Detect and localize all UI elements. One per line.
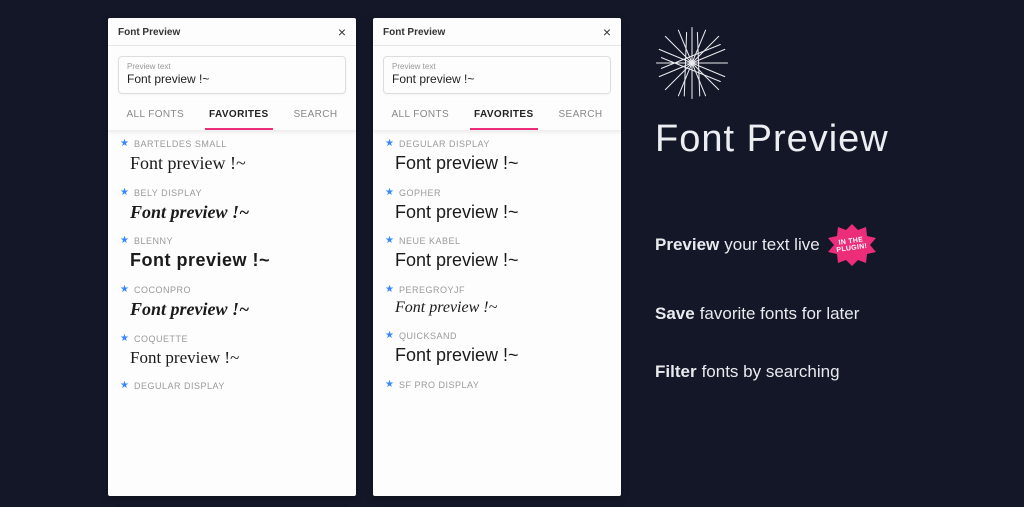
preview-text-field[interactable]: Preview text Font preview !~ [118,56,346,94]
font-name: BARTELDES SMALL [134,139,227,149]
font-name: BLENNY [134,236,173,246]
tab-all-fonts[interactable]: ALL FONTS [122,102,188,130]
font-row[interactable]: ★ QUICKSANDFont preview !~ [373,329,621,378]
favorite-star-icon[interactable]: ★ [385,331,394,341]
font-list[interactable]: ★DEGULAR DISPLAYFont preview !~★GOPHERFo… [373,131,621,496]
font-name-row: ★ BELY DISPLAY [120,188,344,198]
favorite-star-icon[interactable]: ★ [120,334,129,344]
font-name: BELY DISPLAY [134,188,202,198]
panel-title: Font Preview [118,27,180,38]
font-sample: Font preview !~ [385,246,609,279]
favorite-star-icon[interactable]: ★ [385,188,394,198]
favorite-star-icon[interactable]: ★ [385,139,394,149]
font-row[interactable]: ★ BLENNYFont preview !~ [108,234,356,283]
favorite-star-icon[interactable]: ★ [120,381,129,391]
feature-list: Previewyour text live IN THEPLUGIN! Savefa… [655,224,876,382]
font-row[interactable]: ★ SF PRO DISPLAY [373,378,621,394]
hero-title: Font Preview [655,118,889,161]
preview-input-wrap: Preview text Font preview !~ [108,46,356,102]
feature-text: fonts by searching [702,362,840,382]
preview-value: Font preview !~ [127,72,337,86]
font-row[interactable]: ★ PEREGROYJFFont preview !~ [373,283,621,329]
font-name-row: ★ DEGULAR DISPLAY [385,139,609,149]
tabs: ALL FONTS FAVORITES SEARCH [373,102,621,131]
font-row[interactable]: ★ COQUETTEFont preview !~ [108,332,356,380]
close-icon[interactable]: × [338,25,346,39]
font-name: QUICKSAND [399,331,457,341]
feature-text: your text live [724,235,819,255]
font-name: DEGULAR DISPLAY [399,139,490,149]
font-name-row: ★ PEREGROYJF [385,285,609,295]
font-name-row: ★ DEGULAR DISPLAY [120,381,344,391]
favorite-star-icon[interactable]: ★ [120,285,129,295]
panel-header: Font Preview × [373,18,621,46]
tab-search[interactable]: SEARCH [554,102,606,130]
font-name-row: ★ SF PRO DISPLAY [385,380,609,390]
font-name: COCONPRO [134,285,191,295]
font-name-row: ★ GOPHER [385,188,609,198]
favorite-star-icon[interactable]: ★ [385,285,394,295]
font-row[interactable]: ★ BELY DISPLAYFont preview !~ [108,186,356,235]
preview-label: Preview text [127,62,337,71]
font-row[interactable]: ★ DEGULAR DISPLAYFont preview !~ [373,137,621,186]
font-sample: Font preview !~ [385,295,609,325]
tab-favorites[interactable]: FAVORITES [205,102,273,130]
favorite-star-icon[interactable]: ★ [385,380,394,390]
font-sample: Font preview !~ [120,149,344,182]
font-sample: Font preview !~ [385,149,609,182]
font-sample: Font preview !~ [385,198,609,231]
tab-favorites[interactable]: FAVORITES [470,102,538,130]
feature-item: Savefavorite fonts for later [655,304,876,324]
preview-value: Font preview !~ [392,72,602,86]
feature-bold: Filter [655,362,697,382]
font-list[interactable]: ★BARTELDES SMALLFont preview !~★BELY DIS… [108,131,356,496]
font-name-row: ★ NEUE KABEL [385,236,609,246]
font-sample: Font preview !~ [120,295,344,328]
font-row[interactable]: ★ GOPHERFont preview !~ [373,186,621,235]
font-preview-panel-2: Font Preview × Preview text Font preview… [373,18,621,496]
font-preview-panel-1: Font Preview × Preview text Font preview… [108,18,356,496]
font-sample: Font preview !~ [385,341,609,374]
close-icon[interactable]: × [603,25,611,39]
font-sample: Font preview !~ [120,246,344,279]
font-row[interactable]: ★ BARTELDES SMALLFont preview !~ [108,137,356,186]
font-name-row: ★ BLENNY [120,236,344,246]
font-row[interactable]: ★ COCONPROFont preview !~ [108,283,356,332]
feature-text: favorite fonts for later [700,304,860,324]
preview-input-wrap: Preview text Font preview !~ [373,46,621,102]
feature-bold: Save [655,304,695,324]
favorite-star-icon[interactable]: ★ [385,236,394,246]
favorite-star-icon[interactable]: ★ [120,139,129,149]
favorite-star-icon[interactable]: ★ [120,236,129,246]
starburst-icon [655,26,729,100]
font-name-row: ★ COQUETTE [120,334,344,344]
preview-text-field[interactable]: Preview text Font preview !~ [383,56,611,94]
font-name: COQUETTE [134,334,188,344]
font-sample: Font preview !~ [120,344,344,376]
font-name-row: ★ COCONPRO [120,285,344,295]
font-name: SF PRO DISPLAY [399,380,479,390]
tabs: ALL FONTS FAVORITES SEARCH [108,102,356,131]
feature-item: Filterfonts by searching [655,362,876,382]
font-name-row: ★ BARTELDES SMALL [120,139,344,149]
font-name: NEUE KABEL [399,236,461,246]
font-name: GOPHER [399,188,441,198]
tab-all-fonts[interactable]: ALL FONTS [387,102,453,130]
panel-header: Font Preview × [108,18,356,46]
font-row[interactable]: ★ DEGULAR DISPLAY [108,379,356,395]
font-name: PEREGROYJF [399,285,465,295]
panel-title: Font Preview [383,27,445,38]
font-name-row: ★ QUICKSAND [385,331,609,341]
in-the-plugin-badge: IN THEPLUGIN! [828,224,876,266]
font-sample: Font preview !~ [120,198,344,231]
preview-label: Preview text [392,62,602,71]
feature-item: Previewyour text live IN THEPLUGIN! [655,224,876,266]
font-name: DEGULAR DISPLAY [134,381,225,391]
favorite-star-icon[interactable]: ★ [120,188,129,198]
font-row[interactable]: ★ NEUE KABELFont preview !~ [373,234,621,283]
tab-search[interactable]: SEARCH [289,102,341,130]
feature-bold: Preview [655,235,719,255]
